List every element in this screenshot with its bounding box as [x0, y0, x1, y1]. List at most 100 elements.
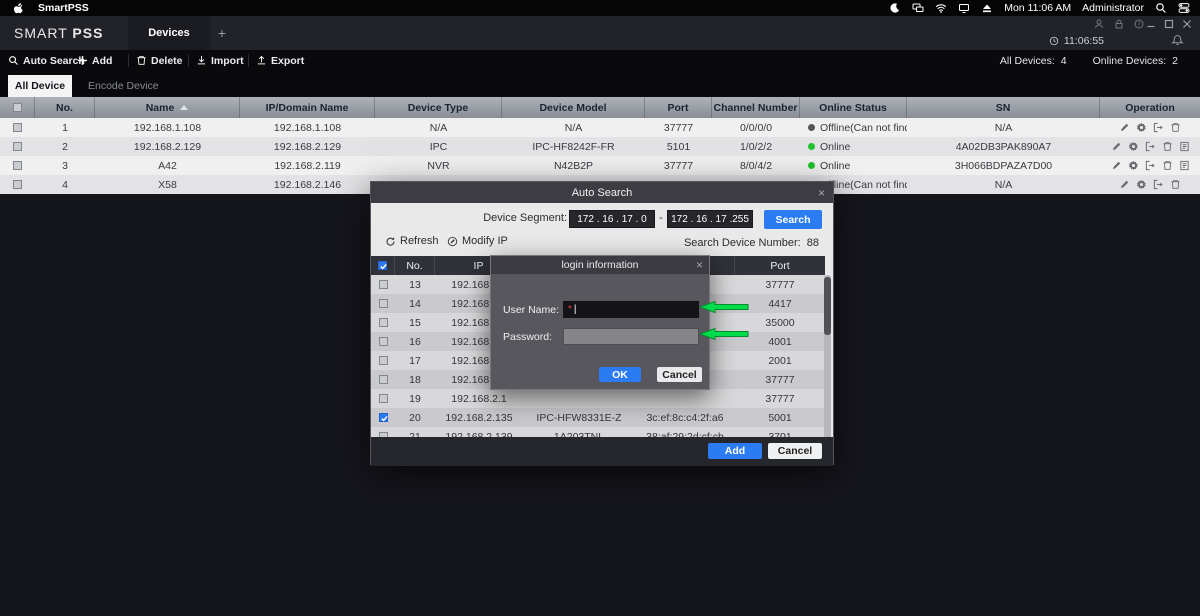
checkbox[interactable] [13, 142, 22, 151]
header-ip[interactable]: IP/Domain Name [240, 97, 375, 118]
logout-device-icon[interactable] [1153, 122, 1164, 133]
header-name[interactable]: Name [95, 97, 240, 118]
config-icon[interactable] [1179, 160, 1190, 171]
scrollbar-thumb[interactable] [824, 277, 831, 335]
tab-encode-device[interactable]: Encode Device [80, 75, 167, 97]
segment-start-input[interactable]: 172 . 16 . 17 . 0 [569, 210, 655, 228]
status-dot [808, 124, 815, 131]
edit-icon[interactable] [1119, 122, 1130, 133]
menubar-app-name[interactable]: SmartPSS [38, 2, 89, 14]
checkbox[interactable] [379, 318, 388, 327]
tab-devices[interactable]: Devices [128, 16, 210, 50]
table-row[interactable]: 1 192.168.1.108 192.168.1.108 N/A N/A 37… [0, 118, 1200, 137]
delete-icon[interactable] [1170, 122, 1181, 133]
menubar-datetime[interactable]: Mon 11:06 AM [1004, 2, 1071, 14]
table-row[interactable]: 2 192.168.2.129 192.168.2.129 IPC IPC-HF… [0, 137, 1200, 156]
search-button[interactable]: Search [764, 210, 822, 229]
delete-icon[interactable] [1170, 179, 1181, 190]
tab-all-device[interactable]: All Device [8, 75, 72, 97]
import-button[interactable]: Import [196, 50, 244, 71]
wifi-icon[interactable] [935, 2, 947, 14]
logout-device-icon[interactable] [1145, 160, 1156, 171]
close-icon[interactable]: × [696, 256, 703, 274]
device-tabs: All Device Encode Device [0, 71, 1200, 97]
status-dot [808, 143, 815, 150]
import-icon [196, 55, 207, 66]
eject-icon[interactable] [981, 2, 993, 14]
ok-button[interactable]: OK [599, 367, 641, 382]
edit-icon[interactable] [1111, 160, 1122, 171]
close-icon[interactable] [1182, 19, 1192, 29]
username-field[interactable]: * | [563, 301, 699, 318]
add-button[interactable]: Add [77, 50, 112, 71]
gear-icon[interactable] [1136, 122, 1147, 133]
alarm-bell-icon[interactable] [1171, 34, 1184, 47]
header-status[interactable]: Online Status [800, 97, 907, 118]
apple-icon[interactable] [12, 2, 24, 14]
header-no[interactable]: No. [395, 256, 435, 275]
password-field[interactable] [563, 328, 699, 345]
user-icon[interactable] [1094, 19, 1104, 29]
checkbox[interactable] [379, 280, 388, 289]
modify-ip-button[interactable]: Modify IP [447, 235, 508, 247]
gear-icon[interactable] [1128, 141, 1139, 152]
config-icon[interactable] [1179, 141, 1190, 152]
screen-mirroring-icon[interactable] [912, 2, 924, 14]
checkbox[interactable] [379, 356, 388, 365]
display-icon[interactable] [958, 2, 970, 14]
list-item[interactable]: 20192.168.2.135 IPC-HFW8331E-Z3c:ef:8c:c… [371, 408, 825, 427]
minimize-icon[interactable] [1146, 19, 1156, 29]
checkbox[interactable] [13, 103, 22, 112]
checkbox[interactable] [379, 413, 388, 422]
delete-icon[interactable] [1162, 160, 1173, 171]
header-select-all[interactable] [0, 97, 35, 118]
segment-separator: - [655, 212, 667, 224]
delete-button[interactable]: Delete [136, 50, 183, 71]
header-no[interactable]: No. [35, 97, 95, 118]
checkbox[interactable] [379, 337, 388, 346]
header-port[interactable]: Port [645, 97, 712, 118]
checkbox[interactable] [379, 299, 388, 308]
add-selected-button[interactable]: Add [708, 443, 762, 459]
checkbox[interactable] [379, 394, 388, 403]
do-not-disturb-icon[interactable] [889, 2, 901, 14]
edit-icon[interactable] [1119, 179, 1130, 190]
header-model[interactable]: Device Model [502, 97, 645, 118]
gear-icon[interactable] [1128, 160, 1139, 171]
header-port[interactable]: Port [735, 256, 825, 275]
export-button[interactable]: Export [256, 50, 304, 71]
auto-search-button[interactable]: Auto Search [8, 50, 85, 71]
checkbox[interactable] [13, 161, 22, 170]
segment-end-input[interactable]: 172 . 16 . 17 .255 [667, 210, 753, 228]
refresh-button[interactable]: Refresh [385, 235, 439, 247]
checkbox[interactable] [378, 261, 387, 270]
header-type[interactable]: Device Type [375, 97, 502, 118]
edit-icon[interactable] [1111, 141, 1122, 152]
logout-device-icon[interactable] [1145, 141, 1156, 152]
header-sn[interactable]: SN [907, 97, 1100, 118]
new-tab-button[interactable]: + [210, 16, 234, 50]
checkbox[interactable] [379, 375, 388, 384]
checkbox[interactable] [13, 123, 22, 132]
lock-icon[interactable] [1114, 19, 1124, 29]
control-center-icon[interactable] [1178, 2, 1190, 14]
delete-icon[interactable] [1162, 141, 1173, 152]
scrollbar-track[interactable] [824, 275, 831, 439]
checkbox[interactable] [13, 180, 22, 189]
gear-icon[interactable] [1136, 179, 1147, 190]
menubar-user[interactable]: Administrator [1082, 2, 1144, 14]
header-channel[interactable]: Channel Number [712, 97, 800, 118]
list-item[interactable]: 19192.168.2.1 37777 [371, 389, 825, 408]
help-icon[interactable]: ? [1134, 19, 1144, 29]
close-icon[interactable]: × [818, 182, 825, 203]
table-row[interactable]: 3 A42 192.168.2.119 NVR N42B2P 37777 8/0… [0, 156, 1200, 175]
spotlight-search-icon[interactable] [1155, 2, 1167, 14]
header-operation[interactable]: Operation [1100, 97, 1200, 118]
header-select-all[interactable] [371, 256, 395, 275]
cancel-button[interactable]: Cancel [657, 367, 702, 382]
cancel-button[interactable]: Cancel [768, 443, 822, 459]
maximize-icon[interactable] [1164, 19, 1174, 29]
logout-device-icon[interactable] [1153, 179, 1164, 190]
auto-search-dialog-titlebar: Auto Search × [371, 182, 833, 203]
search-icon [8, 55, 19, 66]
